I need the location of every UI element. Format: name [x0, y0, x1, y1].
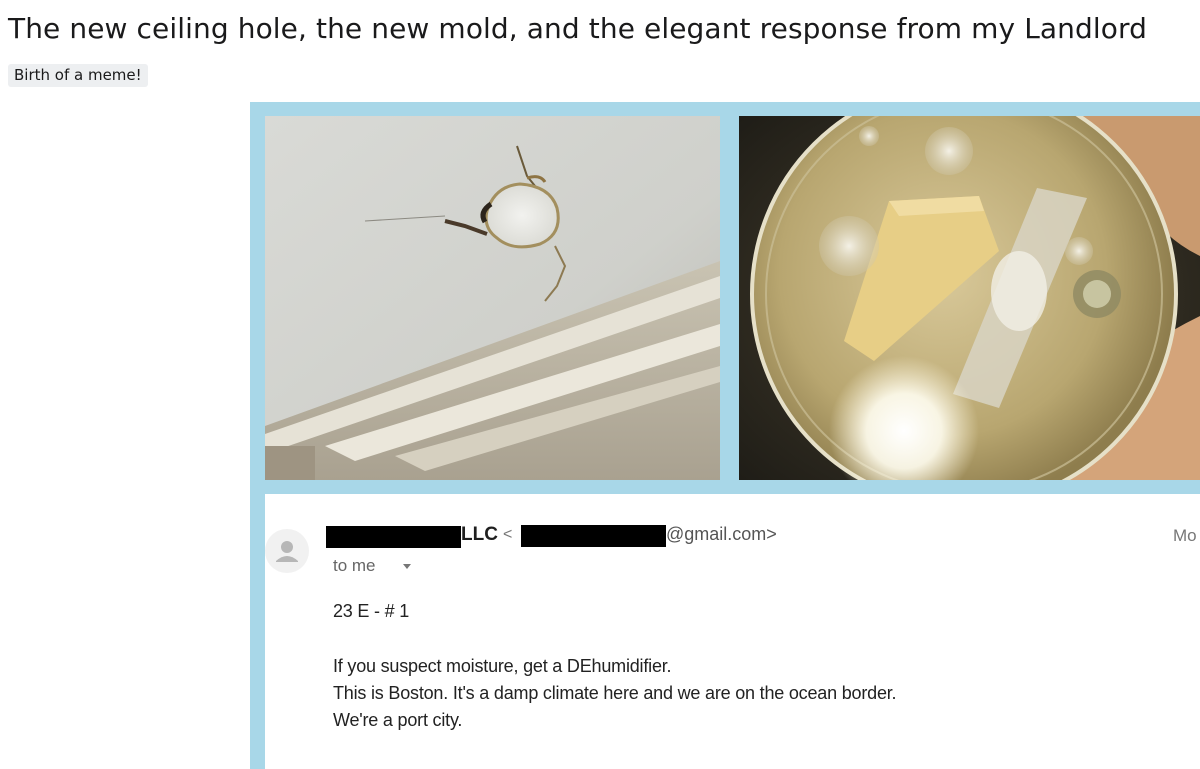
post-image[interactable]: LLC < @gmail.com> Mo to me 23 E - # 1 If…: [250, 102, 1200, 769]
caret-down-icon: [403, 564, 411, 569]
email-body-line: We're a port city.: [333, 710, 463, 730]
more-options-label: Mo: [1173, 526, 1197, 545]
mold-petri-dish-photo: [739, 116, 1200, 480]
recipient-label: to me: [333, 556, 376, 575]
ceiling-hole-photo: [265, 116, 720, 480]
email-body-line: This is Boston. It's a damp climate here…: [333, 683, 897, 703]
redacted-sender-email: [521, 525, 666, 547]
sender-company: LLC: [461, 524, 498, 545]
post-title[interactable]: The new ceiling hole, the new mold, and …: [8, 12, 1147, 45]
sender-address-bracket: <: [503, 526, 513, 543]
email-subject-line: 23 E - # 1: [333, 601, 410, 621]
person-icon: [276, 541, 298, 562]
sender-avatar: [265, 529, 309, 573]
post-flair[interactable]: Birth of a meme!: [8, 64, 148, 87]
sender-email-domain: @gmail.com>: [666, 524, 777, 544]
email-body-line: If you suspect moisture, get a DEhumidif…: [333, 656, 672, 676]
email-screenshot: LLC < @gmail.com> Mo to me 23 E - # 1 If…: [265, 494, 1200, 769]
redacted-sender-name: [326, 526, 461, 548]
